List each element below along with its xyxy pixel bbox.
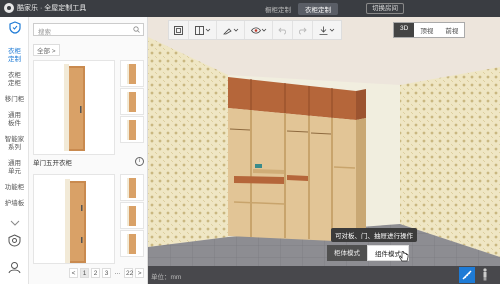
switch-room-button[interactable]: 切换房间 <box>366 3 404 14</box>
product-card-main[interactable] <box>33 60 115 155</box>
settings-shield-icon[interactable] <box>8 234 21 249</box>
variant-thumb[interactable] <box>120 60 144 87</box>
view-top[interactable]: 顶视 <box>414 23 439 37</box>
cabinet-mode-button[interactable]: 柜体模式 <box>327 245 367 261</box>
rail-item-general-board[interactable]: 通用 板件 <box>0 108 29 132</box>
design-viewport[interactable]: 3D 顶视 前视 可对板、门、抽屉进行操作 柜体模式 组件模式 <box>148 17 500 284</box>
info-icon[interactable]: i <box>135 157 144 166</box>
layout-icon[interactable] <box>169 21 189 39</box>
page-3[interactable]: 3 <box>102 268 111 278</box>
redo-icon[interactable] <box>293 21 313 39</box>
search-icon[interactable] <box>133 26 140 33</box>
unit-label: 单位：mm <box>151 274 182 281</box>
rail-item-wardrobe-cabinet[interactable]: 衣柜 定柜 <box>0 68 29 92</box>
tab-wardrobe[interactable]: 衣柜定制 <box>298 3 338 15</box>
search-input[interactable]: 搜索 <box>33 23 144 36</box>
variant-thumb[interactable] <box>120 230 144 257</box>
view-switcher: 3D 顶视 前视 <box>393 22 466 38</box>
rail-item-smart-series[interactable]: 智能家 系列 <box>0 132 29 156</box>
top-tabs: 橱柜定制 衣柜定制 <box>258 3 338 15</box>
variant-thumb[interactable] <box>120 202 144 229</box>
chevron-down-icon <box>10 220 19 226</box>
variant-thumb[interactable] <box>120 88 144 115</box>
top-bar: 酷家乐 · 全屋定制工具 橱柜定制 衣柜定制 切换房间 <box>0 0 500 17</box>
breadcrumb[interactable]: 全部 > <box>33 44 60 56</box>
paint-icon[interactable] <box>217 21 245 39</box>
rail-scroll-down[interactable] <box>0 219 29 228</box>
pagination: < 1 2 3 ... 22 > 跳至 <box>69 268 157 284</box>
eye-icon[interactable] <box>245 21 273 39</box>
catalogue-panel: 搜索 全部 > 单门五开衣柜 i < 1 2 3 ... 22 > <box>29 17 155 284</box>
page-ellipsis: ... <box>114 269 121 276</box>
page-prev[interactable]: < <box>69 268 78 278</box>
user-icon[interactable] <box>8 261 21 276</box>
undo-icon[interactable] <box>273 21 293 39</box>
product-caption: 单门五开衣柜 <box>33 160 72 167</box>
mode-switcher: 柜体模式 组件模式 <box>327 245 409 261</box>
variant-thumb[interactable] <box>120 174 144 201</box>
status-bar: 单位：mm <box>148 266 500 284</box>
shield-icon[interactable] <box>0 17 29 38</box>
rail-item-wall-panel[interactable]: 护墙板 <box>0 196 29 212</box>
page-1[interactable]: 1 <box>80 268 89 278</box>
ruler-icon <box>462 270 472 280</box>
hand-cursor-icon <box>399 251 409 262</box>
rail-item-general-unit[interactable]: 通用 单元 <box>0 156 29 180</box>
mode-tooltip: 可对板、门、抽屉进行操作 <box>331 228 417 242</box>
rail-item-function-cabinet[interactable]: 功能柜 <box>0 180 29 196</box>
search-placeholder: 搜索 <box>38 29 51 36</box>
wardrobe-thumbnail <box>64 64 85 151</box>
person-view-button[interactable] <box>481 268 489 283</box>
page-next[interactable]: > <box>135 268 145 278</box>
page-2[interactable]: 2 <box>91 268 100 278</box>
app-title: 酷家乐 · 全屋定制工具 <box>17 5 87 12</box>
view-front[interactable]: 前视 <box>439 23 464 37</box>
variant-thumb[interactable] <box>120 116 144 143</box>
download-icon[interactable] <box>313 21 341 39</box>
rail-item-sliding-door[interactable]: 移门柜 <box>0 92 29 108</box>
ruler-button[interactable] <box>459 267 475 283</box>
app-logo: 酷家乐 · 全屋定制工具 <box>4 3 86 13</box>
product-card-second[interactable] <box>33 174 115 264</box>
tab-kitchen[interactable]: 橱柜定制 <box>258 3 298 15</box>
main-toolbar <box>168 20 342 40</box>
cabinet-icon[interactable] <box>189 21 217 39</box>
product-caption-row: 单门五开衣柜 i <box>33 157 144 168</box>
category-rail: 衣柜 定制 衣柜 定柜 移门柜 通用 板件 智能家 系列 通用 单元 功能柜 护… <box>0 17 29 284</box>
person-icon <box>483 268 487 281</box>
rail-item-wardrobe-custom[interactable]: 衣柜 定制 <box>0 44 29 68</box>
variant-thumbnails <box>120 60 144 144</box>
room-scene[interactable] <box>148 17 500 284</box>
logo-icon <box>4 3 14 13</box>
wardrobe-model[interactable] <box>228 77 366 242</box>
page-22[interactable]: 22 <box>124 268 133 278</box>
variant-thumbnails-second <box>120 174 144 258</box>
view-3d[interactable]: 3D <box>394 23 415 37</box>
wardrobe-thumbnail <box>65 179 86 263</box>
